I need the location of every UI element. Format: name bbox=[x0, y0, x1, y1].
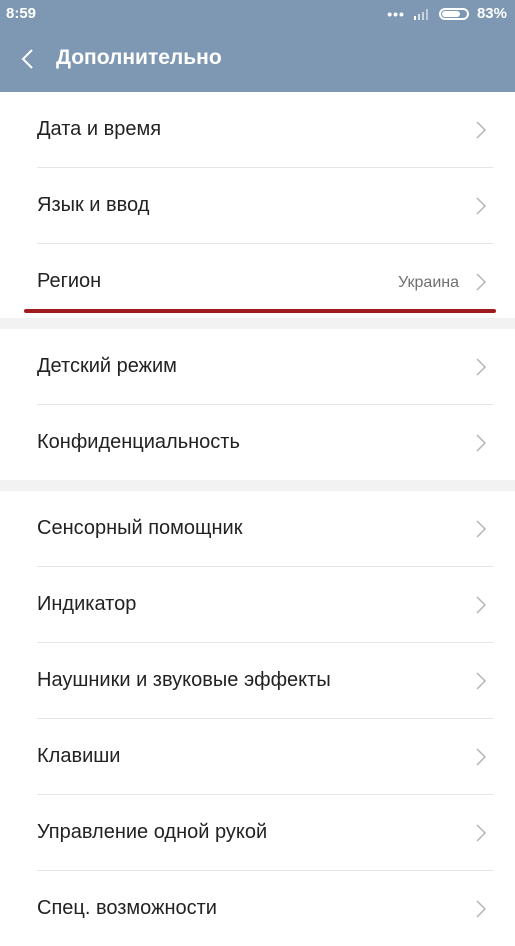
chevron-right-icon bbox=[476, 596, 487, 614]
settings-item-label: Сенсорный помощник bbox=[37, 517, 243, 539]
settings-item-label: Управление одной рукой bbox=[37, 821, 268, 843]
chevron-right-icon bbox=[476, 121, 487, 139]
status-bar: 8:59 ••• 83% bbox=[0, 0, 515, 27]
settings-item-label: Язык и ввод bbox=[37, 194, 150, 216]
settings-item-label: Клавиши bbox=[37, 745, 121, 767]
settings-item-kids-mode[interactable]: Детский режим bbox=[37, 329, 493, 405]
settings-item-label: Регион bbox=[37, 270, 102, 292]
settings-item-indicator[interactable]: Индикатор bbox=[37, 567, 493, 643]
page-title: Дополнительно bbox=[56, 46, 222, 69]
settings-group-3: Сенсорный помощник Индикатор Наушники и … bbox=[0, 491, 515, 946]
battery-icon bbox=[438, 7, 469, 20]
status-time: 8:59 bbox=[6, 5, 37, 22]
highlight-underline bbox=[24, 309, 496, 313]
settings-item-privacy[interactable]: Конфиденциальность bbox=[37, 405, 493, 480]
chevron-right-icon bbox=[476, 824, 487, 842]
settings-item-label: Спец. возможности bbox=[37, 897, 217, 919]
chevron-right-icon bbox=[476, 520, 487, 538]
settings-item-one-handed-mode[interactable]: Управление одной рукой bbox=[37, 795, 493, 871]
chevron-right-icon bbox=[476, 273, 487, 291]
settings-item-region[interactable]: Регион Украина bbox=[37, 244, 493, 319]
settings-item-label: Наушники и звуковые эффекты bbox=[37, 669, 331, 691]
battery-percent: 83% bbox=[476, 5, 507, 22]
settings-item-accessibility[interactable]: Спец. возможности bbox=[37, 871, 493, 946]
signal-icon bbox=[413, 9, 428, 20]
chevron-right-icon bbox=[476, 434, 487, 452]
settings-item-headphones-effects[interactable]: Наушники и звуковые эффекты bbox=[37, 643, 493, 719]
settings-item-value: Украина bbox=[398, 274, 459, 291]
section-divider bbox=[0, 480, 515, 491]
settings-item-label: Конфиденциальность bbox=[37, 431, 240, 453]
settings-item-date-time[interactable]: Дата и время bbox=[37, 92, 493, 168]
chevron-right-icon bbox=[476, 672, 487, 690]
settings-item-buttons[interactable]: Клавиши bbox=[37, 719, 493, 795]
app-bar: Дополнительно bbox=[0, 27, 515, 92]
chevron-right-icon bbox=[476, 748, 487, 766]
settings-group-1: Дата и время Язык и ввод Регион Украина bbox=[0, 92, 515, 319]
settings-item-label: Детский режим bbox=[37, 355, 177, 377]
status-icons: ••• 83% bbox=[387, 5, 507, 22]
settings-item-label: Индикатор bbox=[37, 593, 137, 615]
notification-dots-icon: ••• bbox=[387, 5, 405, 22]
settings-item-language-input[interactable]: Язык и ввод bbox=[37, 168, 493, 244]
section-divider bbox=[0, 318, 515, 329]
back-arrow-icon[interactable] bbox=[18, 47, 40, 71]
chevron-right-icon bbox=[476, 900, 487, 918]
chevron-right-icon bbox=[476, 197, 487, 215]
settings-item-touch-assistant[interactable]: Сенсорный помощник bbox=[37, 491, 493, 567]
chevron-right-icon bbox=[476, 358, 487, 376]
settings-group-2: Детский режим Конфиденциальность bbox=[0, 329, 515, 480]
settings-item-label: Дата и время bbox=[37, 118, 162, 140]
